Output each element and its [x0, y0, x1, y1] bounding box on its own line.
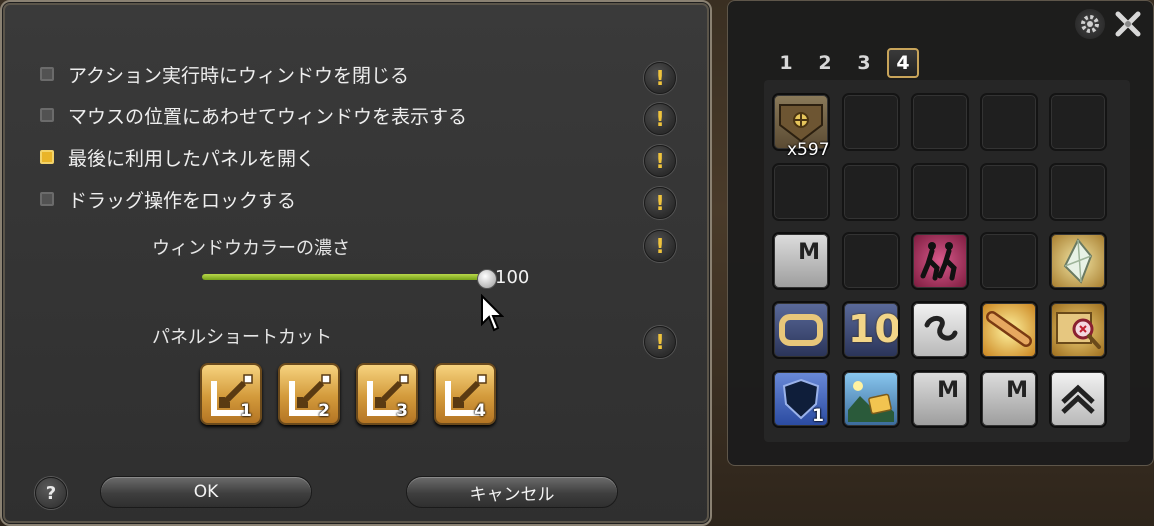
hotbar-settings-dialog: アクション実行時にウィンドウを閉じる マウスの位置にあわせてウィンドウを表示する…	[0, 0, 712, 526]
help-button[interactable]: ?	[35, 477, 67, 509]
map-search-icon	[1056, 312, 1101, 349]
cross-tools-icon[interactable]	[1113, 9, 1143, 39]
macro-label: M	[1006, 378, 1028, 403]
option-label: 最後に利用したパネルを開く	[68, 147, 316, 170]
hotbar-slot-scroll[interactable]	[980, 301, 1038, 359]
option-open-last-panel[interactable]: 最後に利用したパネルを開く	[40, 143, 315, 171]
macro-label: M	[798, 240, 820, 265]
crystal-icon	[1063, 238, 1093, 284]
hotbar-slot-macro[interactable]: M	[980, 370, 1038, 428]
hotbar-slot-number-0[interactable]	[772, 301, 830, 359]
hotbar-slot-map[interactable]	[1049, 301, 1107, 359]
mouse-cursor-icon	[481, 294, 504, 332]
panel-shortcut-2-button[interactable]: 2	[278, 363, 340, 425]
window-color-label: ウィンドウカラーの濃さ	[152, 238, 350, 259]
checkbox-lock-drag[interactable]	[40, 192, 54, 206]
slider-value: 100	[495, 267, 530, 288]
hotbar-slot-empty[interactable]	[980, 93, 1038, 151]
slot-number: 1	[812, 406, 824, 426]
exclamation-icon[interactable]: !	[644, 230, 676, 262]
hotbar-slot-empty[interactable]	[772, 163, 830, 221]
zero-icon	[779, 314, 823, 346]
shortcut-number: 2	[318, 401, 330, 421]
gear-icon[interactable]	[1075, 9, 1105, 39]
hotbar-slot-macro[interactable]: M	[772, 232, 830, 290]
hotbar-slot-landscape[interactable]	[842, 370, 900, 428]
shortcut-number: 1	[240, 401, 252, 421]
exclamation-icon[interactable]: !	[644, 62, 676, 94]
cancel-button[interactable]: キャンセル	[406, 476, 618, 508]
ok-button[interactable]: OK	[100, 476, 312, 508]
shortcut-number: 4	[474, 401, 486, 421]
hotbar-slot-empty[interactable]	[980, 163, 1038, 221]
swirl-icon	[924, 316, 958, 341]
checkbox-show-at-mouse[interactable]	[40, 108, 54, 122]
hotbar-slot-empty[interactable]	[1049, 93, 1107, 151]
hotbar-slot-empty[interactable]	[911, 163, 969, 221]
slider-thumb[interactable]	[477, 269, 497, 289]
item-count: x597	[787, 140, 830, 160]
exclamation-icon[interactable]: !	[644, 326, 676, 358]
panel-shortcut-3-button[interactable]: 3	[356, 363, 418, 425]
hotbar-slot-shield[interactable]: 1	[772, 370, 830, 428]
slider-fill	[202, 274, 486, 280]
exclamation-icon[interactable]: !	[644, 103, 676, 135]
panel-shortcut-label: パネルショートカット	[152, 327, 332, 348]
option-lock-drag[interactable]: ドラッグ操作をロックする	[40, 185, 296, 213]
shortcut-number: 3	[396, 401, 408, 421]
hotbar-slot-empty[interactable]	[842, 232, 900, 290]
hotbar-slot-empty[interactable]	[842, 163, 900, 221]
panel-shortcut-1-button[interactable]: 1	[200, 363, 262, 425]
hotbar-slot-chevron[interactable]	[1049, 370, 1107, 428]
option-label: ドラッグ操作をロックする	[68, 189, 297, 212]
hotbar-tab-4[interactable]: 4	[887, 48, 919, 78]
hotbar-slot-empty[interactable]	[911, 93, 969, 151]
hotbar-slot-number-10[interactable]: 10	[842, 301, 900, 359]
checkbox-open-last-panel[interactable]	[40, 150, 54, 164]
hotbar-slot-action[interactable]	[911, 232, 969, 290]
running-figures-icon	[920, 242, 957, 281]
ten-label: 10	[848, 307, 900, 351]
window-color-slider[interactable]	[202, 274, 486, 280]
hotbar-slot-macro[interactable]: M	[911, 370, 969, 428]
option-close-window-on-action[interactable]: アクション実行時にウィンドウを閉じる	[40, 60, 409, 88]
macro-label: M	[937, 378, 959, 403]
exclamation-icon[interactable]: !	[644, 187, 676, 219]
game-screen: アクション実行時にウィンドウを閉じる マウスの位置にあわせてウィンドウを表示する…	[0, 0, 1154, 526]
landscape-icon	[848, 381, 894, 422]
option-show-at-mouse[interactable]: マウスの位置にあわせてウィンドウを表示する	[40, 101, 467, 129]
hotbar-tab-2[interactable]: 2	[809, 48, 841, 78]
hotbar-tab-1[interactable]: 1	[770, 48, 802, 78]
scroll-icon	[986, 311, 1032, 347]
option-label: アクション実行時にウィンドウを閉じる	[68, 64, 410, 87]
panel-shortcut-4-button[interactable]: 4	[434, 363, 496, 425]
hotbar-slot-swirl[interactable]	[911, 301, 969, 359]
hotbar-slot-empty[interactable]	[1049, 163, 1107, 221]
option-label: マウスの位置にあわせてウィンドウを表示する	[68, 105, 468, 128]
hotbar-tab-3[interactable]: 3	[848, 48, 880, 78]
hotbar-slot-empty[interactable]	[980, 232, 1038, 290]
exclamation-icon[interactable]: !	[644, 145, 676, 177]
chevron-up-icon	[1061, 384, 1095, 414]
checkbox-close-window[interactable]	[40, 67, 54, 81]
hotbar-slot-empty[interactable]	[842, 93, 900, 151]
hotbar-slot-crystal[interactable]	[1049, 232, 1107, 290]
